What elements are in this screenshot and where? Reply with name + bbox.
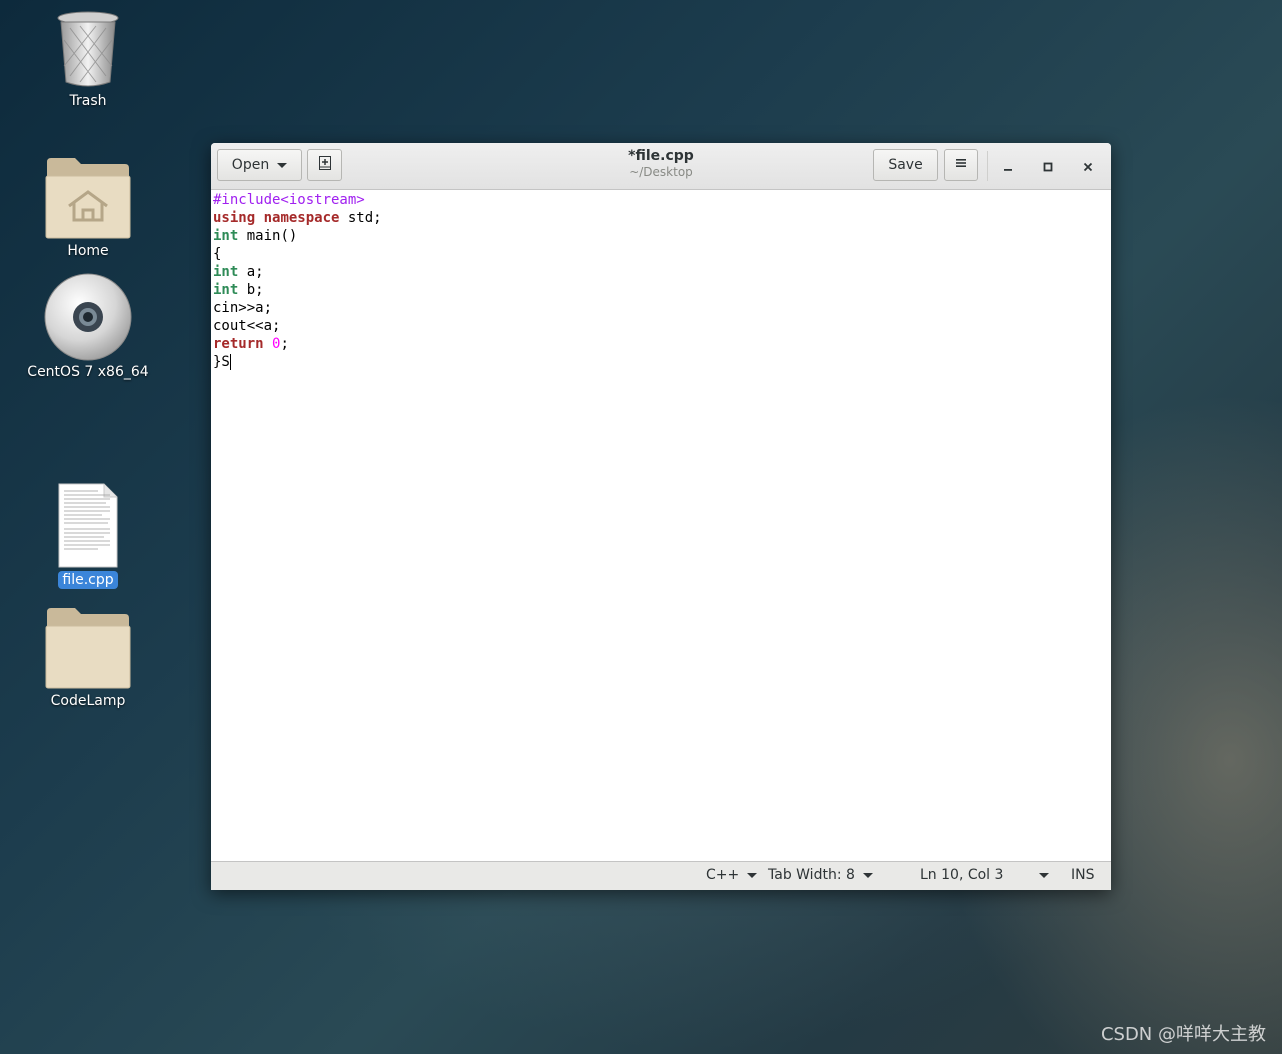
window-subtitle: ~/Desktop	[629, 165, 693, 179]
desktop-icon-file-cpp[interactable]: file.cpp	[13, 483, 163, 589]
insert-mode-label: INS	[1071, 867, 1095, 883]
tab-width-label: Tab Width: 8	[768, 867, 855, 883]
code-token: }S	[213, 354, 230, 370]
save-button-label: Save	[888, 157, 923, 173]
new-document-icon	[317, 155, 333, 175]
desktop-icon-label: CentOS 7 x86_64	[27, 364, 149, 380]
code-line-3: int main()	[213, 228, 298, 244]
folder-icon	[45, 606, 131, 690]
header-separator	[987, 151, 988, 181]
menu-button[interactable]	[944, 149, 978, 181]
text-file-icon	[58, 483, 118, 569]
desktop-icon-home[interactable]: Home	[13, 156, 163, 260]
code-token: 0	[272, 336, 281, 352]
code-token: int	[213, 264, 239, 280]
cursor-position-label: Ln 10, Col 3	[920, 867, 1004, 883]
minimize-button[interactable]	[996, 155, 1020, 177]
desktop-icon-trash[interactable]: Trash	[13, 10, 163, 110]
code-token: int	[213, 282, 239, 298]
desktop-icon-codelamp[interactable]: CodeLamp	[13, 606, 163, 710]
code-content[interactable]: #include<iostream> using namespace std; …	[211, 190, 1111, 372]
chevron-down-icon	[1039, 872, 1050, 878]
hamburger-menu-icon	[955, 157, 967, 173]
maximize-button[interactable]	[1036, 155, 1060, 177]
cursor-position-selector[interactable]: Ln 10, Col 3	[920, 867, 1050, 883]
code-token: int	[213, 228, 239, 244]
save-button[interactable]: Save	[873, 149, 938, 181]
code-line-8: cout<<a;	[213, 318, 281, 334]
code-token: using	[213, 210, 256, 226]
window-title: *file.cpp	[628, 148, 694, 164]
chevron-down-icon	[747, 872, 758, 878]
code-line-10: }S	[213, 353, 1109, 371]
maximize-icon	[1043, 157, 1053, 176]
header-bar: Open *file.cpp ~/Desktop Save	[211, 143, 1111, 190]
code-token: #include<iostream>	[213, 192, 365, 208]
code-line-2: using namespace std;	[213, 210, 382, 226]
code-token: namespace	[263, 210, 340, 226]
chevron-down-icon	[277, 162, 288, 168]
minimize-icon	[1003, 157, 1013, 176]
code-line-5: int a;	[213, 264, 264, 280]
home-folder-icon	[45, 156, 131, 240]
chevron-down-icon	[862, 872, 873, 878]
tab-width-selector[interactable]: Tab Width: 8	[768, 867, 873, 883]
code-line-4: {	[213, 246, 222, 262]
desktop-icon-label: file.cpp	[58, 571, 118, 589]
text-cursor	[229, 354, 231, 370]
code-line-1: #include<iostream>	[213, 191, 1109, 209]
code-editor[interactable]: #include<iostream> using namespace std; …	[211, 190, 1111, 861]
text-editor-window: Open *file.cpp ~/Desktop Save #include<i…	[211, 143, 1111, 890]
code-line-9: return 0;	[213, 336, 289, 352]
new-document-button[interactable]	[307, 149, 342, 181]
code-line-7: cin>>a;	[213, 300, 273, 316]
desktop-icon-label: CodeLamp	[50, 693, 126, 709]
close-icon	[1083, 157, 1093, 176]
close-button[interactable]	[1076, 155, 1100, 177]
open-button-label: Open	[231, 157, 270, 173]
cd-disc-icon	[44, 273, 132, 361]
desktop-icon-label: Home	[67, 243, 109, 259]
language-label: C++	[706, 867, 740, 883]
window-title-area: *file.cpp ~/Desktop	[561, 148, 761, 179]
status-bar: C++ Tab Width: 8 Ln 10, Col 3 INS	[211, 861, 1111, 890]
trash-icon	[56, 10, 120, 90]
code-line-6: int b;	[213, 282, 264, 298]
watermark: CSDN @咩咩大主教	[1100, 1024, 1266, 1045]
language-selector[interactable]: C++	[706, 867, 758, 883]
desktop-icon-label: Trash	[69, 93, 107, 109]
open-button[interactable]: Open	[217, 149, 302, 181]
insert-mode-indicator[interactable]: INS	[1071, 867, 1095, 883]
desktop-icon-cdrom[interactable]: CentOS 7 x86_64	[13, 273, 163, 381]
code-token: return	[213, 336, 264, 352]
